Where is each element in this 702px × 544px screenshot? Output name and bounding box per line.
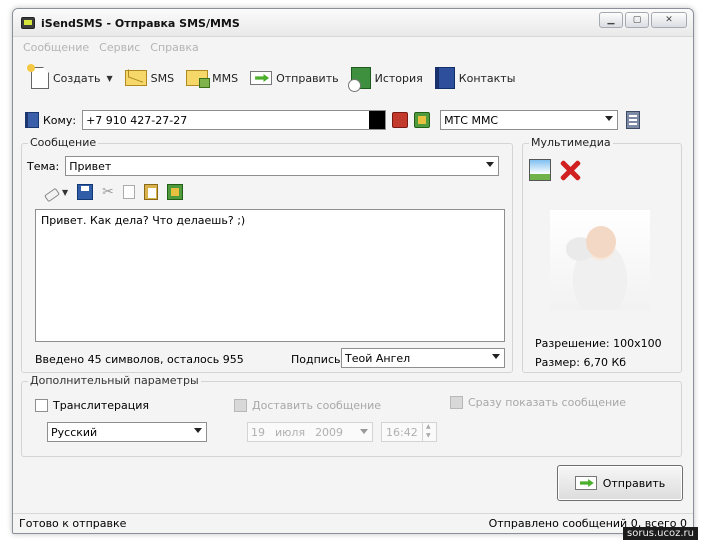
chevron-down-icon bbox=[360, 429, 368, 434]
new-document-icon bbox=[27, 64, 49, 89]
watermark: sorus.ucoz.ru bbox=[623, 527, 698, 540]
phone-picker-button[interactable] bbox=[369, 111, 386, 129]
minimize-icon: ▁ bbox=[607, 14, 615, 25]
create-button[interactable]: Создать ▼ bbox=[25, 64, 119, 92]
operator-building-icon[interactable] bbox=[626, 111, 641, 129]
time-value: 16:42 bbox=[386, 425, 418, 439]
date-month: июля bbox=[275, 425, 306, 439]
show-now-checkbox[interactable] bbox=[450, 396, 463, 409]
language-select[interactable]: Русский bbox=[47, 422, 207, 442]
character-counter: Введено 45 символов, осталось 955 bbox=[35, 353, 244, 366]
delivery-time-picker[interactable]: 16:42 bbox=[381, 422, 437, 442]
signature-label: Подпись bbox=[291, 353, 341, 366]
send-toolbar-button[interactable]: Отправить bbox=[244, 64, 345, 92]
maximize-icon: ▢ bbox=[632, 14, 642, 25]
send-button[interactable]: Отправить bbox=[557, 465, 683, 501]
operator-value: МТС ММС bbox=[444, 113, 499, 127]
message-group-title: Сообщение bbox=[28, 136, 99, 149]
language-value: Русский bbox=[51, 425, 98, 439]
title-bar: iSendSMS - Отправка SMS/MMS ▁ ▢ ✕ bbox=[13, 9, 693, 37]
edit-toolbar: ▼ ✂ bbox=[43, 184, 183, 202]
cut-icon[interactable]: ✂ bbox=[102, 184, 114, 200]
main-toolbar: Создать ▼ SMS MMS Отправить История Конт… bbox=[13, 61, 693, 95]
insert-image-icon[interactable] bbox=[166, 184, 183, 200]
recipient-phone-input[interactable]: +7 910 427-27-27 bbox=[82, 110, 387, 130]
extra-options-group: Дополнительный параметры bbox=[21, 374, 682, 457]
phonebook-icon[interactable] bbox=[392, 112, 409, 128]
paste-icon[interactable] bbox=[143, 184, 158, 200]
minimize-button[interactable]: ▁ bbox=[599, 12, 623, 28]
status-left: Готово к отправке bbox=[19, 517, 127, 530]
chevron-down-icon[interactable]: ▼ bbox=[62, 188, 68, 197]
mms-button[interactable]: MMS bbox=[180, 64, 244, 92]
main-window: iSendSMS - Отправка SMS/MMS ▁ ▢ ✕ Сообще… bbox=[12, 8, 694, 534]
date-year: 2009 bbox=[315, 425, 344, 439]
contact-card-icon[interactable] bbox=[414, 112, 431, 128]
menu-bar: Сообщение Сервис Справка bbox=[13, 37, 693, 57]
deliver-checkbox-row: Доставить сообщение bbox=[234, 399, 381, 412]
show-now-label: Сразу показать сообщение bbox=[468, 396, 627, 409]
envelope-icon bbox=[124, 70, 147, 86]
translit-label: Транслитерация bbox=[53, 399, 150, 412]
save-icon[interactable] bbox=[77, 184, 94, 200]
recipient-phone-value: +7 910 427-27-27 bbox=[86, 113, 188, 127]
deliver-checkbox[interactable] bbox=[234, 399, 247, 412]
chevron-down-icon[interactable]: ▼ bbox=[107, 74, 113, 83]
send-arrow-icon bbox=[574, 476, 597, 490]
message-textarea[interactable]: Привет. Как дела? Что делаешь? ;) bbox=[35, 209, 505, 342]
message-text: Привет. Как дела? Что делаешь? ;) bbox=[41, 214, 246, 227]
maximize-button[interactable]: ▢ bbox=[625, 12, 649, 28]
chevron-down-icon bbox=[492, 354, 500, 359]
close-button[interactable]: ✕ bbox=[651, 12, 687, 28]
multimedia-group-title: Мультимедиа bbox=[529, 136, 613, 149]
image-size: Размер: 6,70 Кб bbox=[535, 356, 627, 369]
image-resolution: Разрешение: 100x100 bbox=[535, 337, 662, 350]
app-icon bbox=[21, 17, 35, 29]
menu-help[interactable]: Справка bbox=[150, 41, 198, 54]
sms-button[interactable]: SMS bbox=[119, 64, 180, 92]
menu-service[interactable]: Сервис bbox=[99, 41, 140, 54]
show-now-checkbox-row: Сразу показать сообщение bbox=[450, 396, 626, 409]
operator-select[interactable]: МТС ММС bbox=[440, 110, 619, 130]
add-image-icon[interactable] bbox=[529, 159, 551, 181]
subject-label: Тема: bbox=[27, 159, 60, 173]
recipient-label: Кому: bbox=[43, 113, 77, 127]
history-icon bbox=[347, 67, 371, 92]
contacts-button[interactable]: Контакты bbox=[429, 64, 522, 92]
subject-row: Тема: Привет bbox=[27, 156, 500, 176]
attached-image-preview bbox=[550, 210, 650, 310]
signature-select[interactable]: Теой Ангел bbox=[341, 348, 505, 368]
delivery-date-picker[interactable]: 19 июля 2009 bbox=[247, 422, 373, 442]
contact-book-icon bbox=[25, 112, 39, 128]
close-icon: ✕ bbox=[665, 14, 673, 25]
caption-buttons: ▁ ▢ ✕ bbox=[599, 12, 687, 28]
eraser-icon[interactable] bbox=[43, 187, 61, 202]
extra-options-title: Дополнительный параметры bbox=[28, 374, 201, 387]
send-arrow-icon bbox=[250, 71, 273, 85]
history-button[interactable]: История bbox=[345, 64, 429, 92]
delete-icon[interactable] bbox=[559, 159, 581, 181]
status-bar: Готово к отправке Отправлено сообщений 0… bbox=[13, 513, 693, 533]
deliver-label: Доставить сообщение bbox=[252, 399, 382, 412]
send-button-label: Отправить bbox=[602, 476, 666, 490]
mms-envelope-icon bbox=[186, 70, 211, 88]
signature-value: Теой Ангел bbox=[345, 351, 411, 365]
menu-message[interactable]: Сообщение bbox=[23, 41, 89, 54]
multimedia-toolbar bbox=[529, 159, 581, 181]
copy-icon[interactable] bbox=[122, 185, 135, 199]
window-title: iSendSMS - Отправка SMS/MMS bbox=[41, 17, 240, 30]
time-spinner[interactable] bbox=[422, 423, 436, 441]
chevron-down-icon bbox=[486, 162, 495, 167]
address-book-icon bbox=[434, 67, 455, 89]
chevron-down-icon bbox=[605, 116, 614, 121]
translit-checkbox[interactable] bbox=[35, 399, 48, 412]
recipient-row: Кому: +7 910 427-27-27 МТС ММС bbox=[25, 109, 683, 131]
translit-checkbox-row: Транслитерация bbox=[35, 399, 149, 412]
subject-input[interactable]: Привет bbox=[65, 156, 500, 176]
subject-value: Привет bbox=[69, 159, 112, 173]
date-day: 19 bbox=[251, 425, 265, 439]
chevron-down-icon bbox=[194, 428, 202, 433]
